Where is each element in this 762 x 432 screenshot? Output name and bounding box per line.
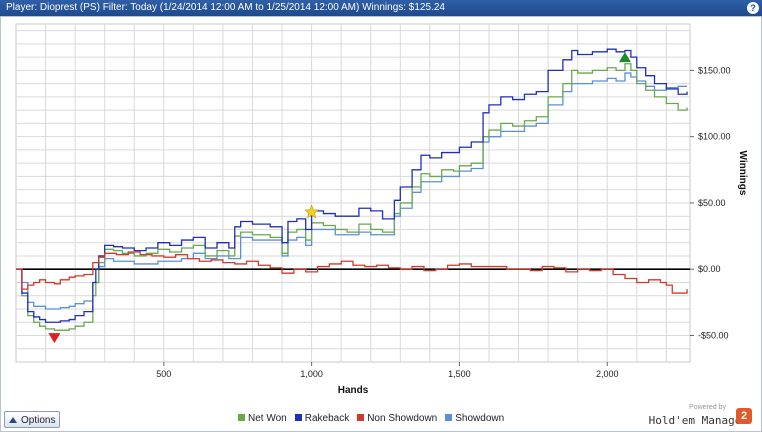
x-tick-label: 1,000	[300, 369, 323, 379]
y-tick-label: $100.00	[698, 132, 731, 142]
legend-item: Showdown	[445, 413, 504, 424]
brand-block: Powered by Hold'em Manager 2	[648, 404, 752, 429]
legend-item: Non Showdown	[357, 413, 437, 424]
x-tick-label: 500	[156, 369, 171, 379]
legend-item: Net Won	[238, 413, 287, 424]
hm2-logo-icon: 2	[736, 408, 752, 424]
y-tick-label: $150.00	[698, 65, 731, 75]
legend-swatch	[445, 414, 453, 421]
legend-swatch	[357, 414, 365, 421]
y-tick-label: -$50.00	[698, 330, 729, 340]
y-tick-label: $50.00	[698, 198, 726, 208]
legend-item: Rakeback	[294, 413, 350, 424]
x-axis-label: Hands	[338, 385, 369, 396]
y-axis-label: Winnings	[737, 151, 748, 196]
brand-name: Hold'em Manager	[648, 414, 748, 427]
options-label: Options	[21, 415, 56, 426]
plot-area	[15, 23, 691, 363]
winnings-chart: 500 1,000 1,500 2,000 -$50.00 $0.00 $50.00 $100…	[15, 23, 748, 396]
legend-swatch	[238, 414, 245, 421]
filter-title: Player: Dioprest (PS) Filter: Today (1/2…	[6, 2, 445, 13]
expand-up-icon	[9, 417, 17, 423]
chart-grid	[15, 23, 691, 363]
legend-swatch	[294, 414, 302, 421]
x-tick-label: 2,000	[596, 369, 619, 379]
legend-label: Net Won	[248, 413, 287, 424]
chart-legend: Net Won Rakeback Non Showdown Showdown	[238, 413, 512, 427]
legend-label: Non Showdown	[367, 413, 438, 424]
powered-by-label: Powered by	[689, 404, 726, 411]
title-bar: Player: Dioprest (PS) Filter: Today (1/2…	[0, 0, 762, 16]
legend-label: Showdown	[455, 413, 505, 424]
legend-label: Rakeback	[304, 413, 350, 424]
options-button[interactable]: Options	[4, 411, 60, 428]
help-icon[interactable]: ?	[747, 2, 759, 14]
x-tick-label: 1,500	[448, 369, 471, 379]
y-tick-label: $0.00	[698, 264, 721, 274]
